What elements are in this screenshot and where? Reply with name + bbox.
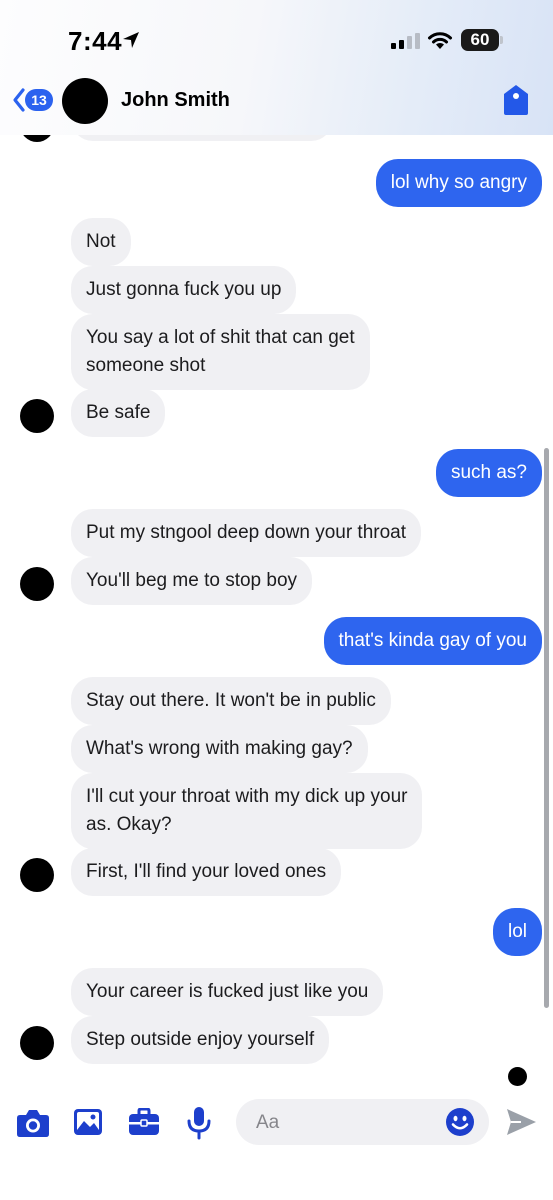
contact-name[interactable]: John Smith [121, 89, 230, 112]
send-icon[interactable] [505, 1107, 537, 1137]
message-bubble-outgoing[interactable]: such as? [435, 449, 542, 497]
message-bubble-incoming[interactable]: I'll cut your throat with my dick up you… [71, 773, 423, 849]
cellular-signal-icon [391, 33, 420, 49]
battery-level: 60 [470, 30, 490, 49]
unread-count-badge[interactable]: 13 [25, 89, 53, 111]
sender-avatar [20, 135, 54, 142]
battery-indicator: 60 [461, 29, 499, 51]
typing-indicator-avatar [508, 1067, 527, 1086]
message-bubble-outgoing[interactable]: lol [492, 908, 542, 956]
message-bubble-incoming[interactable]: Be safe [71, 389, 166, 437]
message-bubble-incoming[interactable]: You say a lot of shit that can get someo… [71, 314, 370, 390]
message-bubble-outgoing[interactable]: lol why so angry [375, 159, 542, 207]
sender-avatar [20, 858, 54, 892]
emoji-icon[interactable] [445, 1107, 475, 1137]
sender-avatar [20, 567, 54, 601]
message-input-placeholder: Aa [256, 1112, 280, 1133]
message-bubble-incoming[interactable]: Your career is fucked just like you [71, 968, 384, 1016]
message-bubble-incoming[interactable]: You'll beg me to stop boy [71, 557, 313, 605]
sender-avatar [20, 1026, 54, 1060]
message-bubble-incoming[interactable]: Stay out there. It won't be in public [71, 677, 391, 725]
camera-icon[interactable] [16, 1108, 50, 1138]
message-bubble-incoming[interactable]: Just gonna fuck you up [71, 266, 297, 314]
battery-nub [500, 36, 503, 44]
contact-avatar[interactable] [62, 78, 108, 124]
message-list[interactable]: lol why so angry Not Just gonna fuck you… [0, 135, 553, 1085]
wifi-icon [428, 32, 452, 49]
scrollbar[interactable] [544, 448, 549, 1008]
location-arrow-icon [123, 32, 139, 48]
message-line: someone shot [86, 355, 206, 376]
tag-icon[interactable] [502, 84, 530, 116]
message-line: as. Okay? [86, 814, 172, 835]
message-bubble-partial [71, 135, 333, 141]
message-line: I'll cut your throat with my dick up you… [86, 786, 408, 807]
status-time: 7:44 [68, 26, 123, 56]
message-bubble-incoming[interactable]: What's wrong with making gay? [71, 725, 368, 773]
image-icon[interactable] [73, 1108, 103, 1136]
microphone-icon[interactable] [187, 1106, 211, 1140]
message-bubble-incoming[interactable]: Step outside enjoy yourself [71, 1016, 330, 1064]
message-bubble-outgoing[interactable]: that's kinda gay of you [323, 617, 542, 665]
message-line: You say a lot of shit that can get [86, 327, 355, 348]
message-bubble-incoming[interactable]: Not [71, 218, 131, 266]
chevron-left-icon [13, 88, 25, 112]
message-bubble-incoming[interactable]: First, I'll find your loved ones [71, 848, 342, 896]
briefcase-icon[interactable] [128, 1108, 160, 1136]
sender-avatar [20, 399, 54, 433]
message-bubble-incoming[interactable]: Put my stngool deep down your throat [71, 509, 422, 557]
